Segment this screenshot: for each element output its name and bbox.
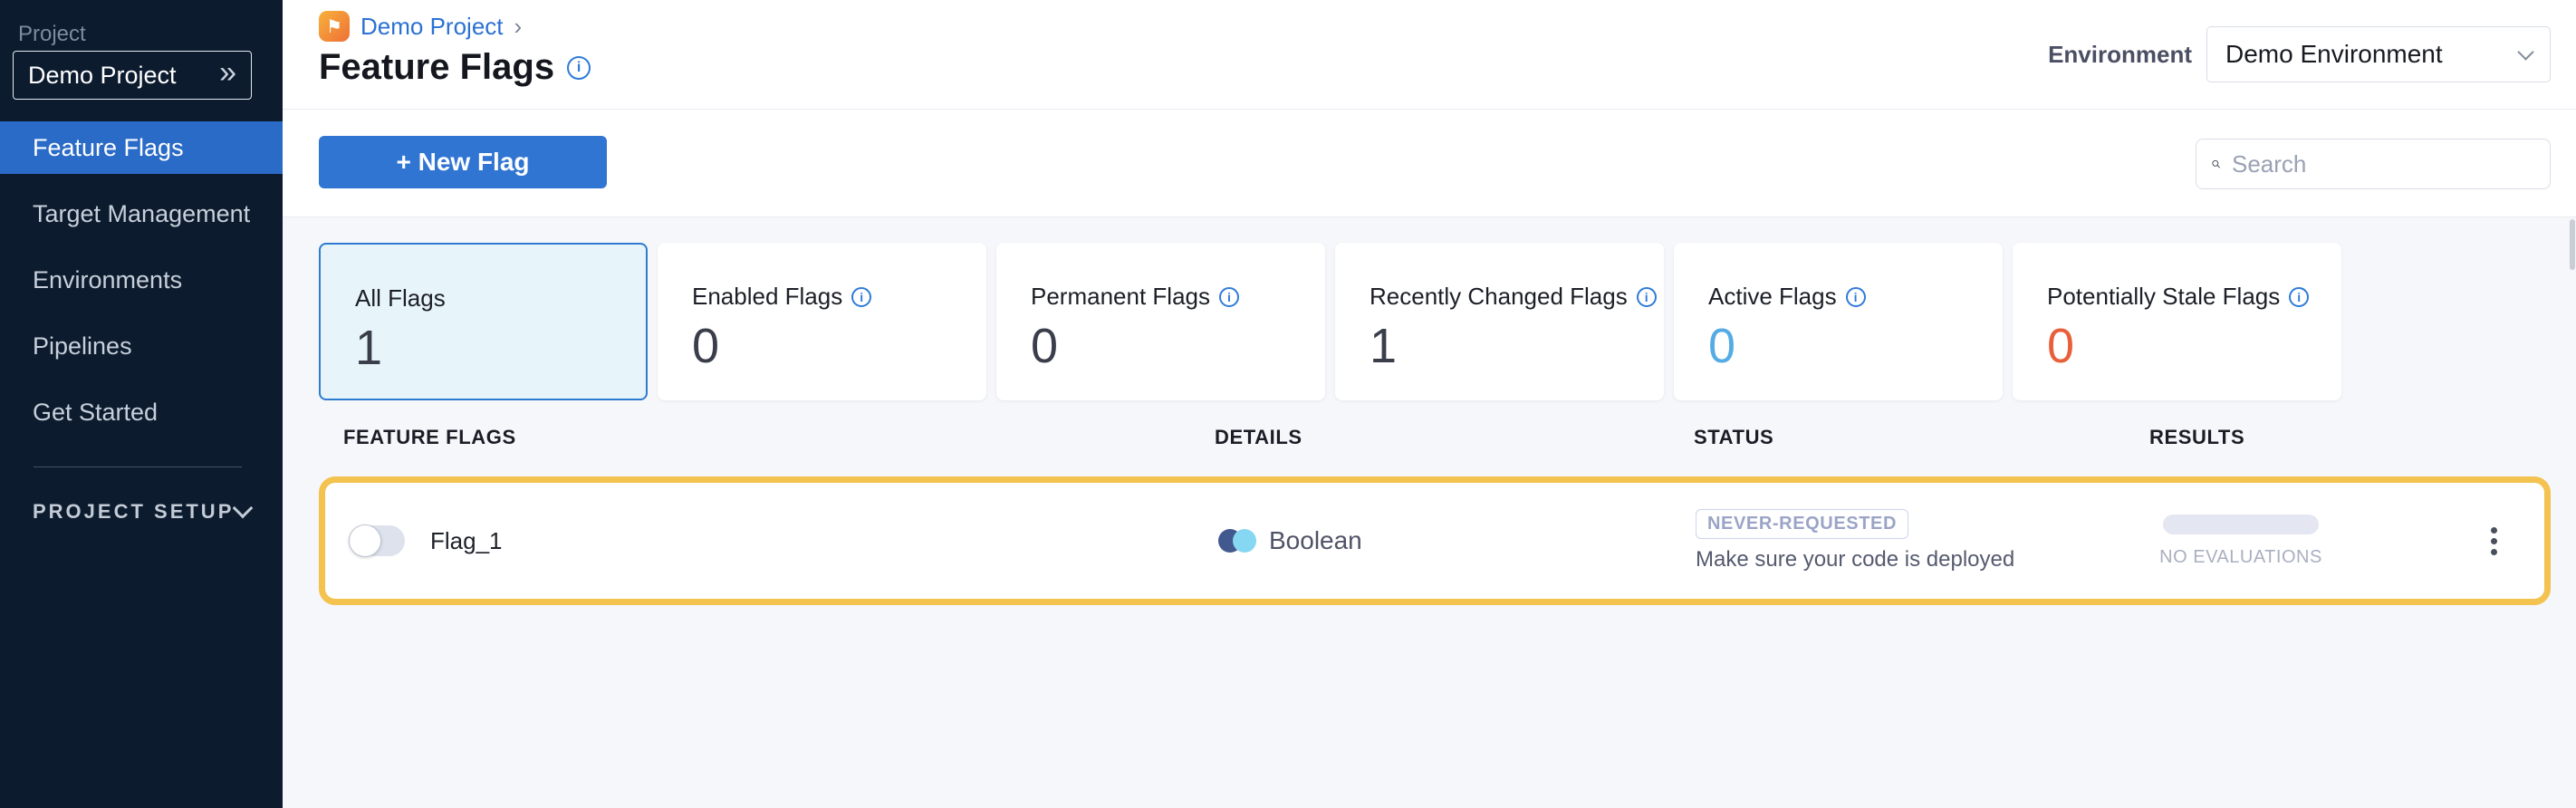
main-content: All Flags 1 Enabled Flags 0 Permanent Fl…: [283, 217, 2576, 808]
metric-value: 0: [692, 318, 986, 374]
info-icon[interactable]: [2289, 287, 2309, 307]
metric-label: All Flags: [355, 284, 446, 313]
metric-card-recently-changed-flags[interactable]: Recently Changed Flags 1: [1335, 243, 1664, 400]
app-window: Project Demo Project Feature Flags Targe…: [0, 0, 2576, 808]
metric-value: 0: [1708, 318, 2003, 374]
column-header-results: RESULTS: [2149, 426, 2244, 449]
project-selector-value: Demo Project: [28, 62, 219, 90]
breadcrumb: Demo Project: [319, 11, 522, 42]
info-icon[interactable]: [1637, 287, 1657, 307]
flag-status-cell: NEVER-REQUESTED Make sure your code is d…: [1696, 483, 2014, 599]
sidebar-item-feature-flags[interactable]: Feature Flags: [0, 121, 283, 174]
search-input[interactable]: [2232, 150, 2535, 178]
metric-label: Active Flags: [1708, 283, 1837, 311]
environment-select-value: Demo Environment: [2225, 40, 2520, 69]
metric-label: Recently Changed Flags: [1370, 283, 1628, 311]
metric-value: 1: [1370, 318, 1664, 374]
flag-type-label: Boolean: [1269, 526, 1362, 555]
toggle-knob: [349, 524, 381, 557]
search-icon: [2211, 151, 2221, 177]
project-selector[interactable]: Demo Project: [13, 51, 252, 100]
column-header-details: DETAILS: [1215, 426, 1302, 449]
feature-flags-logo-icon: [319, 11, 350, 42]
chevron-down-icon: [233, 498, 254, 519]
search-box[interactable]: [2196, 139, 2551, 189]
double-chevron-icon[interactable]: [219, 57, 236, 88]
info-icon[interactable]: [1219, 287, 1239, 307]
metric-value: 0: [1031, 318, 1325, 374]
metric-card-enabled-flags[interactable]: Enabled Flags 0: [658, 243, 986, 400]
status-message: Make sure your code is deployed: [1696, 547, 2014, 572]
chevron-down-icon: [2517, 43, 2533, 60]
metric-value: 0: [2047, 318, 2341, 374]
sidebar-item-label: Environments: [33, 266, 182, 294]
column-header-feature-flags: FEATURE FLAGS: [343, 426, 516, 449]
sidebar-item-get-started[interactable]: Get Started: [0, 386, 283, 438]
sidebar-item-target-management[interactable]: Target Management: [0, 188, 283, 240]
sidebar-nav: Feature Flags Target Management Environm…: [0, 121, 283, 452]
column-header-status: STATUS: [1694, 426, 1773, 449]
metric-label: Potentially Stale Flags: [2047, 283, 2280, 311]
project-setup-label: PROJECT SETUP: [33, 500, 234, 524]
row-options-menu-icon[interactable]: [2483, 521, 2504, 561]
flag-details-cell: Boolean: [1218, 483, 1362, 599]
flag-results-cell: NO EVALUATIONS: [2155, 483, 2327, 599]
table-header-row: FEATURE FLAGS DETAILS STATUS RESULTS: [319, 426, 2551, 453]
sidebar-item-label: Target Management: [33, 200, 250, 228]
sidebar-item-pipelines[interactable]: Pipelines: [0, 320, 283, 372]
sidebar: Project Demo Project Feature Flags Targe…: [0, 0, 283, 808]
environment-label: Environment: [2048, 41, 2192, 69]
page-header: Demo Project Feature Flags Environment D…: [283, 0, 2576, 110]
info-icon[interactable]: [1846, 287, 1866, 307]
info-icon[interactable]: [567, 56, 591, 80]
metric-cards: All Flags 1 Enabled Flags 0 Permanent Fl…: [319, 243, 2341, 400]
toolbar: + New Flag: [283, 110, 2576, 217]
evaluations-bar: [2163, 515, 2319, 534]
sidebar-item-label: Get Started: [33, 399, 158, 427]
environment-select[interactable]: Demo Environment: [2206, 26, 2551, 82]
sidebar-item-label: Feature Flags: [33, 134, 184, 162]
status-badge: NEVER-REQUESTED: [1696, 509, 1908, 539]
flag-toggle[interactable]: [349, 525, 405, 556]
table-row[interactable]: Flag_1 Boolean NEVER-REQUESTED Make sure…: [319, 476, 2551, 605]
metric-card-all-flags[interactable]: All Flags 1: [319, 243, 648, 400]
info-icon[interactable]: [851, 287, 871, 307]
metric-card-active-flags[interactable]: Active Flags 0: [1674, 243, 2003, 400]
sidebar-item-label: Pipelines: [33, 332, 132, 361]
metric-label: Permanent Flags: [1031, 283, 1210, 311]
metric-card-potentially-stale-flags[interactable]: Potentially Stale Flags 0: [2013, 243, 2341, 400]
metric-value: 1: [355, 320, 646, 376]
boolean-type-icon: [1218, 529, 1256, 553]
metric-label: Enabled Flags: [692, 283, 842, 311]
evaluations-text: NO EVALUATIONS: [2159, 547, 2322, 568]
metric-card-permanent-flags[interactable]: Permanent Flags 0: [996, 243, 1325, 400]
page-title: Feature Flags: [319, 47, 554, 88]
flag-name[interactable]: Flag_1: [430, 483, 503, 599]
scrollbar-thumb[interactable]: [2570, 219, 2575, 270]
project-setup-section[interactable]: PROJECT SETUP: [33, 500, 250, 524]
chevron-right-icon: [514, 13, 523, 41]
project-label: Project: [18, 22, 86, 47]
breadcrumb-project-link[interactable]: Demo Project: [360, 13, 504, 41]
page-title-row: Feature Flags: [319, 47, 591, 88]
environment-picker-area: Environment Demo Environment: [2048, 26, 2551, 82]
sidebar-item-environments[interactable]: Environments: [0, 254, 283, 306]
new-flag-button[interactable]: + New Flag: [319, 136, 607, 188]
